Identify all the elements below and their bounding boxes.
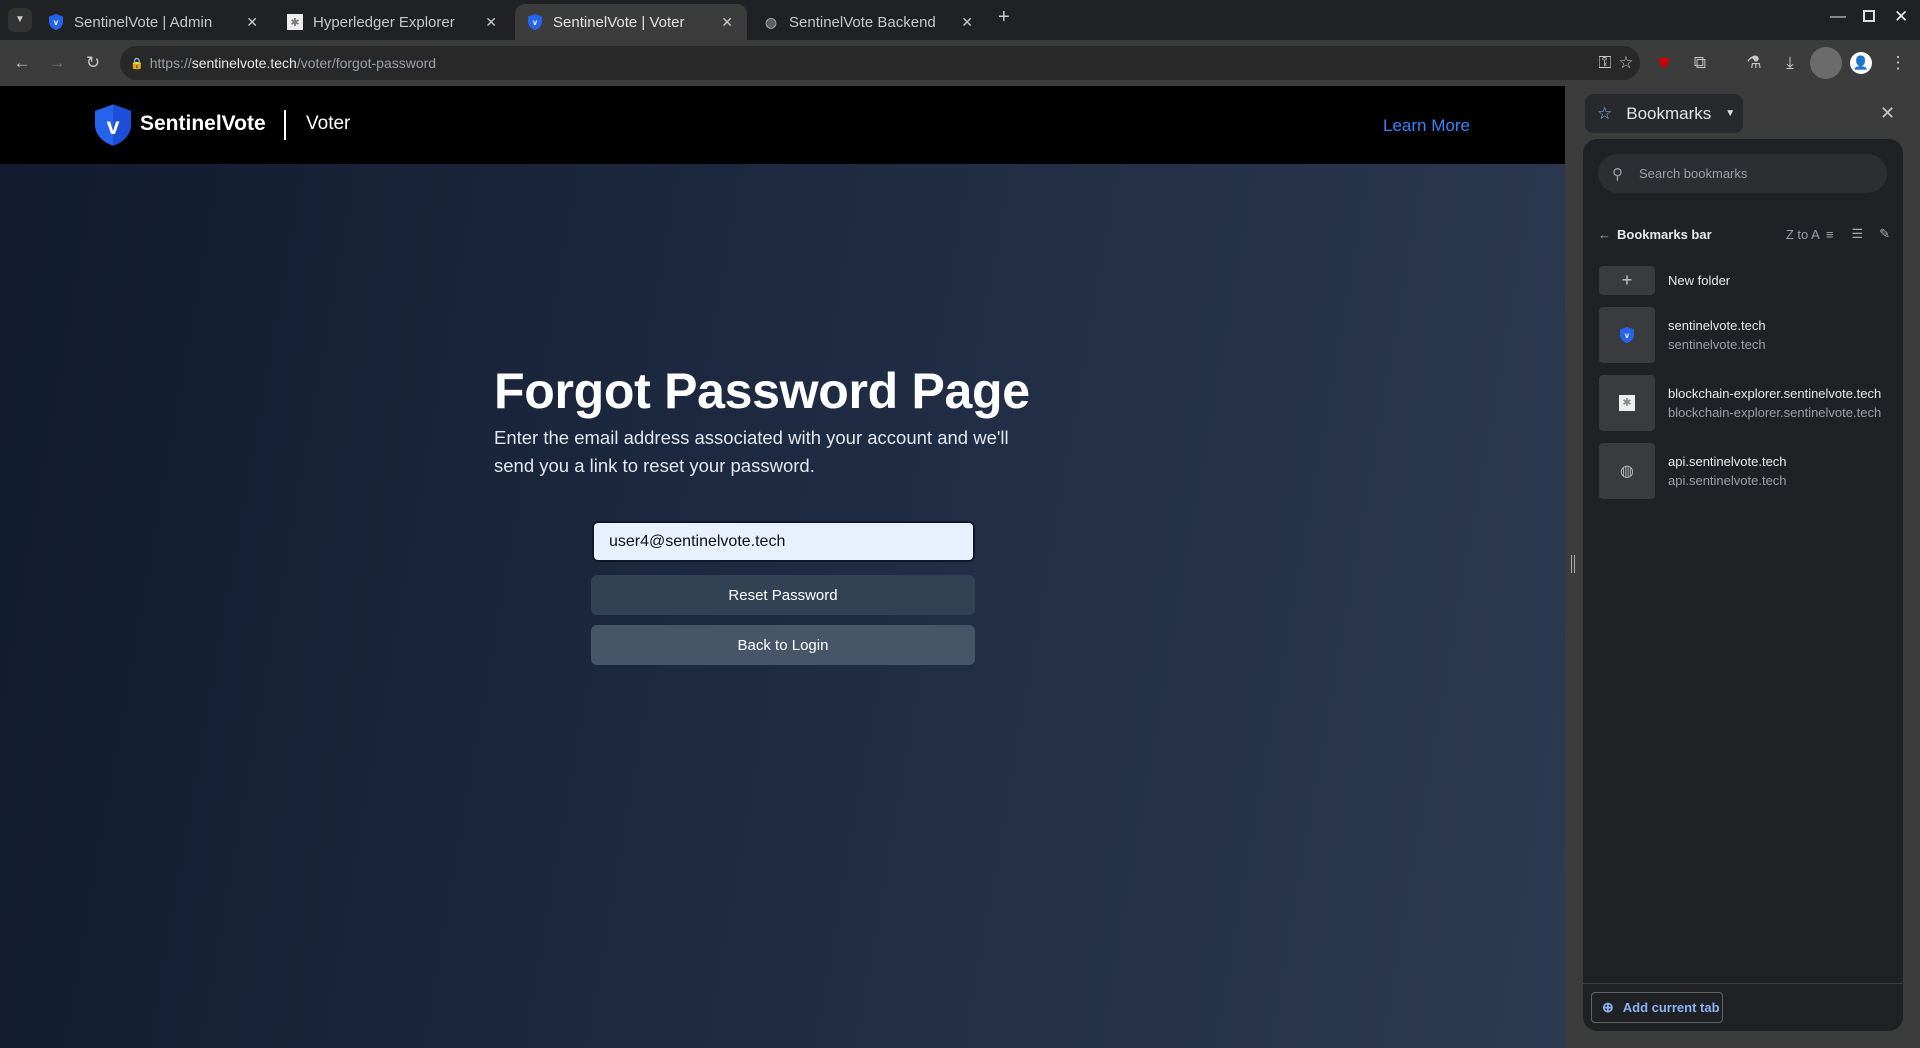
profile-icon[interactable]: 👤 xyxy=(1850,52,1872,74)
bookmark-item[interactable]: ✱ blockchain-explorer.sentinelvote.tech bl… xyxy=(1599,375,1881,431)
lock-icon: 🔒 xyxy=(130,57,144,70)
bookmark-title: sentinelvote.tech xyxy=(1668,318,1766,333)
sort-icon[interactable]: ≡ xyxy=(1826,227,1834,242)
sentinelvote-logo[interactable]: v xyxy=(95,104,131,146)
hyperledger-icon: ✱ xyxy=(287,14,303,30)
site-header: v SentinelVote Voter Learn More xyxy=(0,86,1565,164)
shield-v-icon: v xyxy=(527,14,543,30)
tab-strip: ▼ v SentinelVote | Admin ✕ ✱ Hyperledger Ex… xyxy=(0,0,1920,40)
extensions-icon[interactable]: ⧉ xyxy=(1689,52,1711,74)
tab-admin[interactable]: v SentinelVote | Admin ✕ xyxy=(36,4,272,40)
globe-icon: ◍ xyxy=(764,13,778,30)
restore-icon[interactable] xyxy=(1863,10,1875,22)
add-circle-icon: ⊕ xyxy=(1602,999,1614,1015)
address-bar[interactable]: 🔒 https://sentinelvote.tech/voter/forgot… xyxy=(120,46,1640,80)
svg-text:v: v xyxy=(1625,331,1630,340)
section-label: Voter xyxy=(306,113,351,134)
header-divider xyxy=(284,110,286,140)
bookmark-url: blockchain-explorer.sentinelvote.tech xyxy=(1668,405,1882,420)
tab-backend[interactable]: ◍ SentinelVote Backend ✕ xyxy=(751,4,987,40)
close-tab-icon[interactable]: ✕ xyxy=(721,14,733,31)
brand-name[interactable]: SentinelVote xyxy=(140,112,266,136)
hyperledger-icon: ✱ xyxy=(1599,375,1655,431)
back-to-login-button[interactable]: Back to Login xyxy=(591,625,975,665)
bookmark-item[interactable]: ◍ api.sentinelvote.tech api.sentinelvote.t… xyxy=(1599,443,1787,499)
learn-more-link[interactable]: Learn More xyxy=(1383,116,1470,136)
tab-hyperledger[interactable]: ✱ Hyperledger Explorer ✕ xyxy=(275,4,511,40)
tab-voter[interactable]: v SentinelVote | Voter ✕ xyxy=(515,4,747,40)
tab-title: Hyperledger Explorer xyxy=(313,13,455,31)
svg-text:v: v xyxy=(107,113,120,139)
forward-icon[interactable]: → xyxy=(46,52,68,74)
tab-search-button[interactable]: ▼ xyxy=(8,8,32,32)
svg-text:v: v xyxy=(533,18,538,27)
menu-icon[interactable]: ⋮ xyxy=(1887,52,1909,74)
shield-v-icon: v xyxy=(1599,307,1655,363)
new-tab-button[interactable]: + xyxy=(998,6,1010,29)
panel-resize-handle[interactable] xyxy=(1571,555,1575,573)
bookmark-url: sentinelvote.tech xyxy=(1668,337,1766,352)
minimize-icon[interactable]: — xyxy=(1830,8,1846,26)
close-tab-icon[interactable]: ✕ xyxy=(961,14,973,31)
close-window-icon[interactable]: ✕ xyxy=(1894,7,1908,27)
search-bookmarks-input[interactable]: ⚲ Search bookmarks xyxy=(1598,154,1887,193)
key-icon[interactable]: ⚿ xyxy=(1594,52,1616,74)
sort-button[interactable]: Z to A xyxy=(1786,227,1820,242)
bookmark-title: blockchain-explorer.sentinelvote.tech xyxy=(1668,386,1882,401)
tab-title: SentinelVote | Admin xyxy=(74,13,213,31)
url-prefix: https:// xyxy=(149,55,192,71)
ublock-icon[interactable]: ⛊ xyxy=(1653,52,1675,74)
back-icon[interactable]: ← xyxy=(11,52,33,74)
url-host: sentinelvote.tech xyxy=(191,55,297,71)
list-view-icon[interactable]: ☰ xyxy=(1851,226,1863,242)
search-icon: ⚲ xyxy=(1612,165,1623,183)
close-tab-icon[interactable]: ✕ xyxy=(246,14,258,31)
folder-name: Bookmarks bar xyxy=(1617,226,1712,242)
panel-title: Bookmarks xyxy=(1626,103,1712,123)
email-input[interactable] xyxy=(592,521,975,562)
labs-icon[interactable]: ⚗ xyxy=(1743,52,1765,74)
plus-icon: + xyxy=(1599,266,1655,295)
new-folder-label: New folder xyxy=(1668,273,1731,288)
search-placeholder: Search bookmarks xyxy=(1639,166,1748,181)
panel-divider xyxy=(1583,983,1903,984)
svg-text:v: v xyxy=(54,18,59,27)
globe-icon: ◍ xyxy=(1599,443,1655,499)
side-panel-selector[interactable]: ☆ Bookmarks ▼ xyxy=(1585,94,1743,133)
side-panel-button[interactable] xyxy=(1810,47,1842,79)
edit-icon[interactable]: ✎ xyxy=(1879,226,1890,242)
reset-password-button[interactable]: Reset Password xyxy=(591,575,975,615)
tab-title: SentinelVote | Voter xyxy=(553,13,685,31)
folder-header: ← Bookmarks bar Z to A ≡ ☰ ✎ xyxy=(1598,224,1890,244)
tab-title: SentinelVote Backend xyxy=(789,13,936,31)
url-path: /voter/forgot-password xyxy=(296,55,437,71)
bookmarks-star-icon: ☆ xyxy=(1597,103,1613,123)
new-folder-button[interactable]: + New folder xyxy=(1599,266,1730,295)
page-title: Forgot Password Page xyxy=(494,363,1030,419)
shield-v-icon: v xyxy=(48,14,64,30)
back-arrow-icon[interactable]: ← xyxy=(1598,227,1611,242)
bookmark-title: api.sentinelvote.tech xyxy=(1668,454,1787,469)
close-panel-icon[interactable]: ✕ xyxy=(1880,103,1895,124)
web-page: v SentinelVote Voter Learn More Forgot P… xyxy=(0,86,1565,1048)
bookmark-item[interactable]: v sentinelvote.tech sentinelvote.tech xyxy=(1599,307,1766,363)
page-subtitle: Enter the email address associated with … xyxy=(494,427,1009,476)
download-icon[interactable]: ⤓ xyxy=(1779,52,1801,74)
add-current-tab-label: Add current tab xyxy=(1622,1000,1720,1015)
star-icon[interactable]: ☆ xyxy=(1615,52,1637,74)
close-tab-icon[interactable]: ✕ xyxy=(485,14,497,31)
add-current-tab-button[interactable]: ⊕ Add current tab xyxy=(1591,992,1723,1023)
caret-down-icon: ▼ xyxy=(1725,108,1736,119)
bookmark-url: api.sentinelvote.tech xyxy=(1668,473,1787,488)
reload-icon[interactable]: ↻ xyxy=(82,52,104,74)
